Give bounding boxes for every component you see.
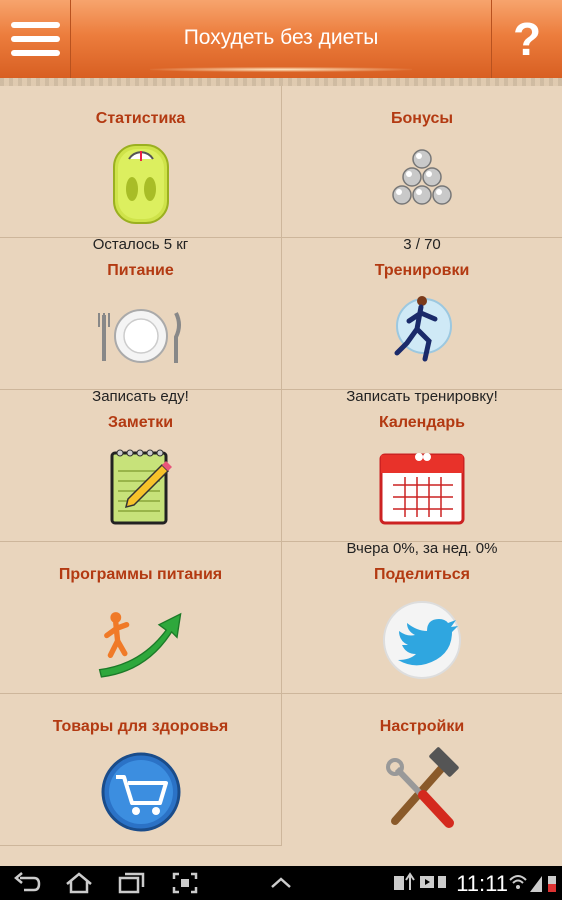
app-header: Похудеть без диеты ? xyxy=(0,0,562,78)
calendar-icon xyxy=(377,443,467,533)
shopping-cart-icon xyxy=(96,747,186,837)
tile-title: Программы питания xyxy=(58,566,223,583)
tile-title: Питание xyxy=(107,262,174,279)
system-navbar: 11:11 xyxy=(0,866,562,900)
tile-title: Тренировки xyxy=(374,262,470,279)
tile-calendar[interactable]: Календарь Вчера 0%, за нед. 0% xyxy=(281,390,562,557)
notification-icons xyxy=(392,870,448,896)
header-divider xyxy=(0,78,562,86)
tile-title: Настройки xyxy=(379,718,465,735)
scale-icon xyxy=(96,139,186,229)
tile-workouts[interactable]: Тренировки Записать тренировку! xyxy=(281,238,562,405)
screenshot-icon[interactable] xyxy=(170,870,200,896)
signal-battery-icons xyxy=(508,870,558,896)
notepad-icon xyxy=(96,443,186,533)
tile-title: Поделиться xyxy=(373,566,471,583)
help-button[interactable]: ? xyxy=(491,0,562,78)
tile-settings[interactable]: Настройки xyxy=(281,694,562,846)
tools-icon xyxy=(377,747,467,837)
tile-health-products[interactable]: Товары для здоровья xyxy=(0,694,281,846)
back-icon[interactable] xyxy=(12,870,42,896)
runner-icon xyxy=(377,291,467,381)
tile-grid: Статистика Осталось 5 кг Бонусы 3 / 70 П… xyxy=(0,86,562,866)
twitter-icon xyxy=(377,595,467,685)
tile-title: Бонусы xyxy=(391,110,453,127)
tile-title: Статистика xyxy=(95,110,186,127)
tile-nutrition[interactable]: Питание Записать еду! xyxy=(0,238,281,405)
tile-notes[interactable]: Заметки xyxy=(0,390,281,542)
tile-title: Заметки xyxy=(107,414,174,431)
coins-pyramid-icon xyxy=(377,139,467,229)
tile-bonuses[interactable]: Бонусы 3 / 70 xyxy=(281,86,562,253)
growth-arrow-icon xyxy=(96,595,186,685)
page-title: Похудеть без диеты xyxy=(183,26,379,49)
menu-button[interactable] xyxy=(0,0,71,78)
tile-share[interactable]: Поделиться xyxy=(281,542,562,694)
home-icon[interactable] xyxy=(64,870,94,896)
chevron-up-icon[interactable] xyxy=(266,870,296,896)
tile-title: Календарь xyxy=(378,414,466,431)
clock: 11:11 xyxy=(456,871,508,896)
plate-icon xyxy=(96,291,186,381)
tile-title: Товары для здоровья xyxy=(52,718,229,735)
recent-apps-icon[interactable] xyxy=(116,870,146,896)
tile-statistics[interactable]: Статистика Осталось 5 кг xyxy=(0,86,281,253)
hamburger-icon xyxy=(11,22,60,28)
tile-meal-programs[interactable]: Программы питания xyxy=(0,542,281,694)
